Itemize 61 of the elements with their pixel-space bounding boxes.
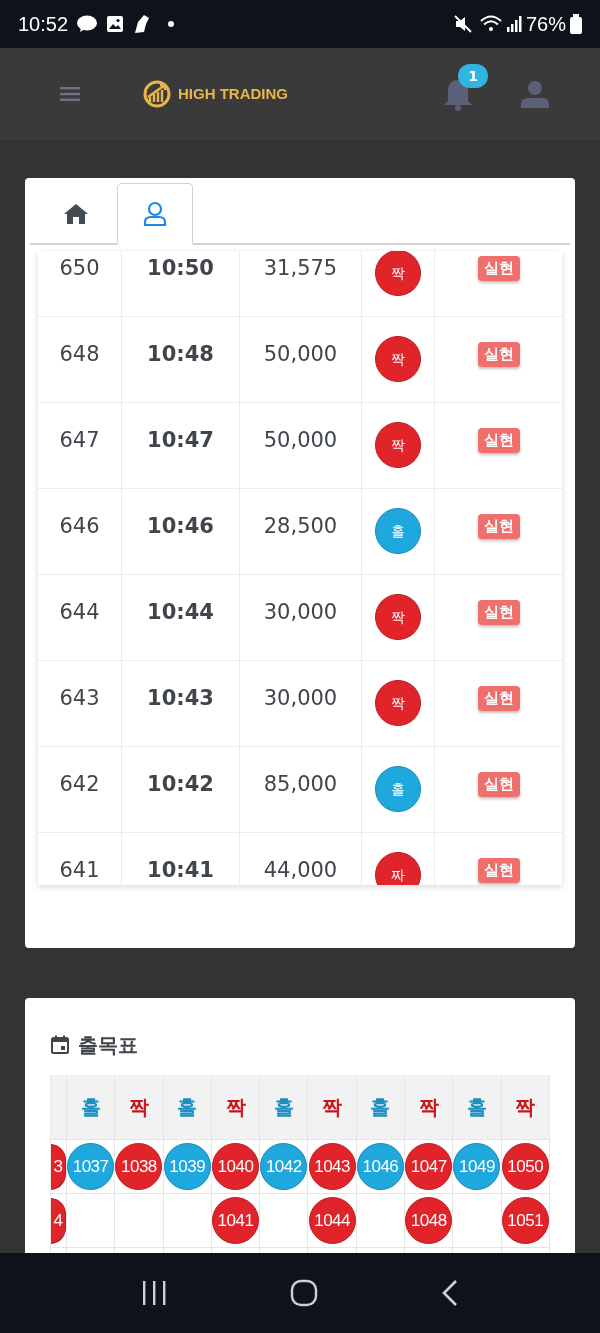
table-cell: 10:43 [122, 661, 240, 746]
brand-name: HIGH TRADING [178, 83, 288, 104]
clock: 10:52 [18, 12, 69, 37]
status-badge: 실현 [477, 858, 520, 883]
home-button-icon[interactable] [290, 1279, 318, 1307]
column-header: 짝 [211, 1075, 260, 1140]
column-header: 홀 [453, 1075, 501, 1140]
battery-level: 76% [525, 12, 566, 37]
table-cell: 85,000 [240, 747, 362, 832]
recent-apps-icon[interactable] [141, 1280, 168, 1306]
table-cell: 646 [38, 489, 122, 574]
battery-icon [570, 14, 582, 34]
table-cell: 30,000 [240, 661, 362, 746]
column-header: 홀 [163, 1075, 211, 1140]
back-icon[interactable] [440, 1279, 459, 1307]
wifi-icon [479, 15, 502, 33]
table-cell: 10:46 [122, 489, 240, 574]
calendar-icon [50, 1035, 70, 1055]
status-badge: 실현 [477, 342, 520, 367]
user-icon [143, 200, 167, 227]
logo-icon [143, 80, 171, 108]
table-cell: 10:48 [122, 317, 240, 402]
status-badge: 실현 [477, 514, 520, 539]
table-cell: 644 [38, 575, 122, 660]
table-cell: 30,000 [240, 575, 362, 660]
table-cell: 50,000 [240, 317, 362, 402]
table-cell: 650 [38, 251, 122, 316]
table-cell: 648 [38, 317, 122, 402]
column-header: 홀 [66, 1075, 115, 1140]
section-title: 출목표 [78, 1032, 138, 1059]
column-header: 홀 [356, 1075, 405, 1140]
table-cell: 643 [38, 661, 122, 746]
status-badge: 실현 [477, 428, 520, 453]
image-icon [106, 15, 125, 33]
table-cell: 641 [38, 833, 122, 885]
column-header: 짝 [501, 1075, 549, 1140]
status-badge: 실현 [477, 772, 520, 797]
home-icon [63, 203, 89, 225]
table-cell: 31,575 [240, 251, 362, 316]
signal-icon [505, 15, 522, 33]
status-badge: 실현 [477, 600, 520, 625]
status-badge: 실현 [477, 256, 520, 281]
column-header: 짝 [115, 1075, 163, 1140]
notification-badge: 1 [458, 64, 488, 88]
column-header: 짝 [405, 1075, 453, 1140]
table-cell: 642 [38, 747, 122, 832]
table-cell: 10:47 [122, 403, 240, 488]
table-cell: 10:50 [122, 251, 240, 316]
tab[interactable] [117, 183, 193, 245]
table-cell: 50,000 [240, 403, 362, 488]
table-cell: 10:42 [122, 747, 240, 832]
column-header: 홀 [260, 1075, 308, 1140]
table-cell: 10:41 [122, 833, 240, 885]
table-cell: 10:44 [122, 575, 240, 660]
table-cell: 647 [38, 403, 122, 488]
chat-icon [76, 15, 99, 33]
mute-icon [453, 15, 472, 33]
table-cell: 28,500 [240, 489, 362, 574]
column-header: 짝 [308, 1075, 356, 1140]
status-badge: 실현 [477, 686, 520, 711]
table-cell: 44,000 [240, 833, 362, 885]
